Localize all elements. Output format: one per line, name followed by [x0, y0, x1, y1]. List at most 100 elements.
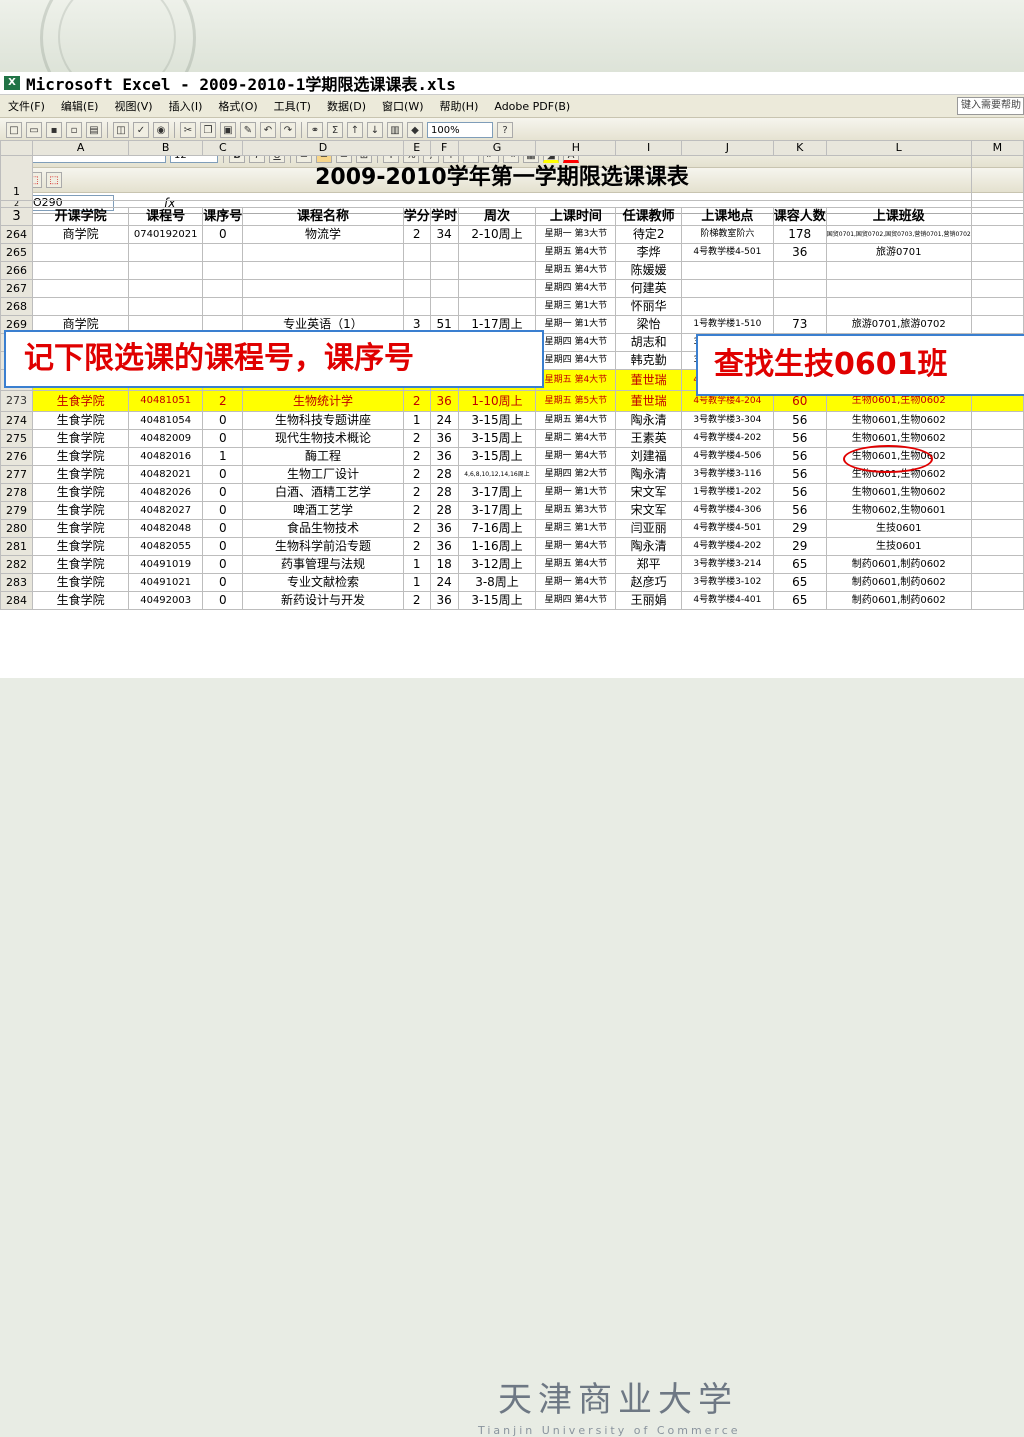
table-cell[interactable]: 2	[402, 519, 431, 538]
table-cell[interactable]: 65	[772, 591, 827, 610]
row-header[interactable]: 267	[0, 279, 34, 298]
table-cell[interactable]: 3-17周上	[457, 483, 537, 502]
table-cell[interactable]: 星期一 第1大节	[535, 315, 617, 334]
column-header[interactable]: H	[535, 140, 617, 156]
table-cell[interactable]: 36	[429, 390, 459, 412]
table-cell[interactable]: 生物0601,生物0602	[825, 411, 972, 430]
table-cell[interactable]: 56	[772, 429, 827, 448]
table-cell[interactable]: 73	[772, 315, 827, 334]
row-header[interactable]: 274	[0, 411, 34, 430]
table-cell[interactable]: 怀丽华	[615, 297, 682, 316]
table-cell[interactable]	[825, 261, 972, 280]
cell[interactable]	[970, 429, 1024, 448]
table-cell[interactable]: 40482027	[128, 501, 204, 520]
table-cell[interactable]: 0	[202, 483, 244, 502]
undo-icon[interactable]: ↶	[260, 122, 276, 138]
table-cell[interactable]: 0	[202, 555, 244, 574]
table-cell[interactable]: 2	[402, 483, 431, 502]
table-cell[interactable]: 生食学院	[32, 429, 130, 448]
table-cell[interactable]: 2	[402, 447, 431, 466]
table-cell[interactable]: 3-8周上	[457, 573, 537, 592]
cell[interactable]	[970, 573, 1024, 592]
cell[interactable]	[970, 411, 1024, 430]
column-header[interactable]: J	[681, 140, 774, 156]
header-cell[interactable]: 周次	[457, 207, 537, 226]
table-cell[interactable]: 2	[402, 390, 431, 412]
table-cell[interactable]: 3-15周上	[457, 447, 537, 466]
table-cell[interactable]: 3号教学楼3-116	[681, 465, 774, 484]
table-cell[interactable]	[772, 297, 827, 316]
table-cell[interactable]: 白酒、酒精工艺学	[242, 483, 404, 502]
cut-icon[interactable]: ✂	[180, 122, 196, 138]
table-cell[interactable]: 24	[429, 573, 459, 592]
table-cell[interactable]: 商学院	[32, 225, 130, 244]
table-cell[interactable]: 56	[772, 501, 827, 520]
table-cell[interactable]: 星期三 第1大节	[535, 297, 617, 316]
table-cell[interactable]: 星期五 第5大节	[535, 390, 617, 412]
table-cell[interactable]: 2-10周上	[457, 225, 537, 244]
row-header[interactable]: 275	[0, 429, 34, 448]
table-cell[interactable]	[825, 297, 972, 316]
table-cell[interactable]: 4号教学楼4-202	[681, 537, 774, 556]
table-cell[interactable]: 28	[429, 465, 459, 484]
row-header[interactable]: 278	[0, 483, 34, 502]
column-header[interactable]: I	[615, 140, 682, 156]
cell[interactable]	[32, 200, 972, 208]
table-cell[interactable]: 40482009	[128, 429, 204, 448]
autosum-icon[interactable]: Σ	[327, 122, 343, 138]
table-cell[interactable]: 星期四 第4大节	[535, 279, 617, 298]
table-cell[interactable]: 宋文军	[615, 483, 682, 502]
table-cell[interactable]	[128, 297, 204, 316]
table-cell[interactable]: 陶永清	[615, 465, 682, 484]
table-cell[interactable]: 生技0601	[825, 537, 972, 556]
header-cell[interactable]: 任课教师	[615, 207, 682, 226]
table-cell[interactable]: 56	[772, 411, 827, 430]
table-cell[interactable]: 0740192021	[128, 225, 204, 244]
table-cell[interactable]: 4号教学楼4-506	[681, 447, 774, 466]
table-cell[interactable]: 新药设计与开发	[242, 591, 404, 610]
cell[interactable]	[970, 315, 1024, 334]
table-cell[interactable]: 40481051	[128, 390, 204, 412]
column-header[interactable]: E	[402, 140, 431, 156]
table-cell[interactable]	[128, 261, 204, 280]
copy-icon[interactable]: ❐	[200, 122, 216, 138]
table-cell[interactable]	[457, 261, 537, 280]
table-cell[interactable]: 生技0601	[825, 519, 972, 538]
header-cell[interactable]: 课容人数	[772, 207, 827, 226]
menu-data[interactable]: 数据(D)	[319, 98, 374, 114]
table-cell[interactable]: 星期一 第4大节	[535, 573, 617, 592]
table-cell[interactable]: 65	[772, 573, 827, 592]
table-cell[interactable]: 18	[429, 555, 459, 574]
table-cell[interactable]	[32, 261, 130, 280]
table-cell[interactable]: 生物科学前沿专题	[242, 537, 404, 556]
table-cell[interactable]: 4号教学楼4-202	[681, 429, 774, 448]
column-header[interactable]: F	[429, 140, 459, 156]
column-header[interactable]: B	[128, 140, 204, 156]
menu-window[interactable]: 窗口(W)	[374, 98, 431, 114]
header-cell[interactable]: 课程名称	[242, 207, 404, 226]
column-header[interactable]: G	[457, 140, 537, 156]
table-cell[interactable]: 56	[772, 483, 827, 502]
table-cell[interactable]: 星期四 第4大节	[535, 333, 617, 352]
table-cell[interactable]: 星期四 第2大节	[535, 465, 617, 484]
table-cell[interactable]: 药事管理与法规	[242, 555, 404, 574]
cell[interactable]	[970, 537, 1024, 556]
table-cell[interactable]: 1号教学楼1-202	[681, 483, 774, 502]
row-header[interactable]: 2	[0, 200, 34, 208]
table-cell[interactable]: 生食学院	[32, 537, 130, 556]
sheet-title[interactable]: 2009-2010学年第一学期限选课课表	[32, 155, 972, 201]
table-cell[interactable]: 生物工厂设计	[242, 465, 404, 484]
table-cell[interactable]: 星期三 第1大节	[535, 519, 617, 538]
table-cell[interactable]: 1-16周上	[457, 537, 537, 556]
table-cell[interactable]: 星期五 第4大节	[535, 555, 617, 574]
table-cell[interactable]: 王素英	[615, 429, 682, 448]
table-cell[interactable]: 2	[402, 225, 431, 244]
row-header[interactable]: 268	[0, 297, 34, 316]
table-cell[interactable]: 178	[772, 225, 827, 244]
table-cell[interactable]: 星期五 第4大节	[535, 243, 617, 262]
table-cell[interactable]: 梁怡	[615, 315, 682, 334]
table-cell[interactable]: 3号教学楼3-304	[681, 411, 774, 430]
table-cell[interactable]: 40482021	[128, 465, 204, 484]
cell[interactable]	[970, 297, 1024, 316]
table-cell[interactable]: 1	[402, 555, 431, 574]
